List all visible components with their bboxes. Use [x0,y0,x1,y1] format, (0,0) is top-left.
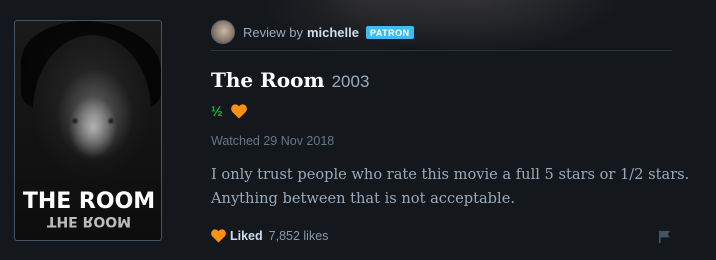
review-body: I only trust people who rate this movie … [211,166,690,207]
poster-eyes [65,117,123,125]
film-title-link[interactable]: The Room [211,68,325,92]
film-heading: The Room 2003 [211,68,369,92]
review-header: Review by michelle PATRON [211,20,414,44]
patron-badge[interactable]: PATRON [366,25,414,39]
avatar[interactable] [211,20,235,44]
likes-count-link[interactable]: 7,852 likes [269,229,329,243]
review-by-label: Review by [243,24,303,40]
watched-date[interactable]: Watched 29 Nov 2018 [211,134,334,148]
divider [211,50,672,51]
like-row: Liked 7,852 likes [211,229,328,243]
poster-title-reflection: THE ROOM [46,213,132,229]
liked-heart-icon[interactable] [211,229,226,243]
heart-icon [230,103,247,119]
poster-title: THE ROOM [22,189,156,214]
liked-label[interactable]: Liked [230,229,263,243]
poster-face [33,35,151,185]
flag-icon[interactable] [658,230,671,243]
film-poster[interactable]: THE ROOM THE ROOM [14,20,162,241]
rating-stars: ½ [211,103,223,119]
reviewer-name-link[interactable]: michelle [307,25,359,40]
rating-row: ½ [211,103,247,119]
film-year-link[interactable]: 2003 [332,72,370,92]
